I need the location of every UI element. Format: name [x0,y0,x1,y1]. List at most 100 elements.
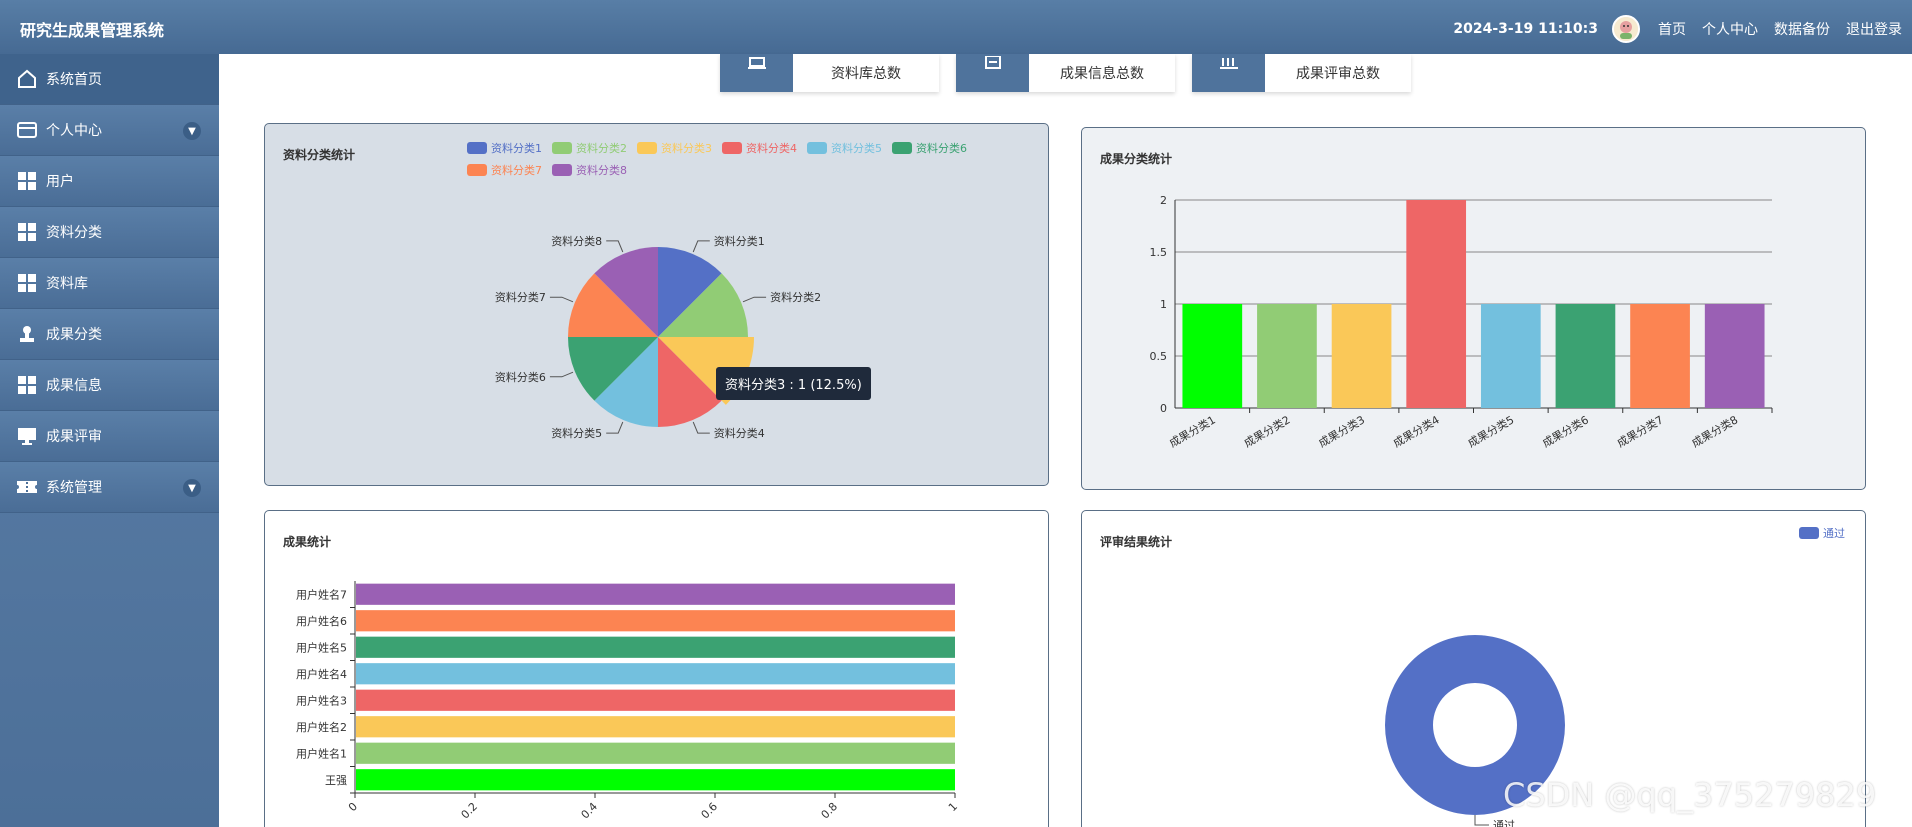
x-tick-label: 成果分类6 [1540,412,1591,450]
x-tick-label: 0.4 [579,800,601,822]
x-tick-label: 成果分类2 [1241,412,1292,450]
pie-label-line [606,421,624,434]
x-tick-label: 成果分类1 [1167,412,1218,450]
bar [356,610,955,632]
grid-icon [16,170,38,192]
sidebar-item-label: 资料分类 [46,225,102,241]
sidebar-item-label: 成果评审 [46,429,102,445]
app-title: 研究生成果管理系统 [20,21,165,40]
horizontal-bar-chart: 王强 用户姓名1 用户姓名2 用户姓名3 用户姓名4 用户姓名5 用户姓名6 用户姓名7 0 0.… [296,581,960,822]
bar [356,583,955,605]
pie-label: 资料分类2 [770,290,821,304]
stat-card-review-total[interactable]: 成果评审总数 [1192,54,1411,92]
watermark: CSDN @qq_375279829 [1503,776,1877,814]
avatar[interactable] [1612,15,1640,43]
stat-card-material-total[interactable]: 资料库总数 [720,54,939,92]
bar [1630,304,1690,408]
y-tick-label: 用户姓名7 [296,587,347,601]
bar [356,689,955,711]
top-header: 研究生成果管理系统 2024-3-19 11:10:3 首页 个人中心 数据备份… [0,0,1912,54]
sidebar-item-users[interactable]: 用户 [0,156,219,207]
sidebar-item-system-management[interactable]: 系统管理 ▼ [0,462,219,513]
nav-logout-link[interactable]: 退出登录 [1846,19,1902,39]
bar [1331,304,1392,408]
pie-label: 资料分类6 [495,370,546,384]
x-tick-label: 成果分类7 [1614,412,1665,450]
pie-label: 资料分类7 [495,290,546,304]
sidebar: 系统首页 个人中心 ▼ 用户 资料分类 资料库 成果分类 成果信息 成果评审 系… [0,54,219,827]
bar [356,716,955,738]
header-right: 2024-3-19 11:10:3 首页 个人中心 数据备份 退出登录 [1453,15,1902,43]
sidebar-item-label: 资料库 [46,276,88,292]
sidebar-item-label: 成果信息 [46,378,102,394]
material-category-panel: 资料分类统计 资料分类1 资料分类2 资料分类3 资料分类4 资料分类5 资料分类6 资料分… [264,123,1049,486]
x-tick-label: 成果分类8 [1689,412,1740,450]
y-tick-label: 0.5 [1150,350,1168,363]
chevron-down-icon[interactable]: ▼ [183,479,201,497]
pie-label: 资料分类1 [714,234,765,248]
bar [1704,304,1765,408]
grid-icon [16,272,38,294]
pie-label-line [692,240,710,253]
y-tick-label: 用户姓名4 [296,667,347,681]
pie-label-line [692,421,710,434]
chevron-down-icon[interactable]: ▼ [183,122,201,140]
bar [1555,304,1616,408]
y-tick-label: 用户姓名5 [296,640,347,654]
y-tick-label: 用户姓名6 [296,614,347,628]
document-icon [956,54,1029,92]
sidebar-item-label: 成果分类 [46,327,102,343]
nav-backup-link[interactable]: 数据备份 [1774,19,1830,39]
y-tick-label: 2 [1160,194,1167,207]
pie-label: 资料分类5 [551,426,602,440]
pie-label-line [742,296,767,303]
y-tick-label: 1.5 [1150,246,1168,259]
bar [356,769,955,791]
bar [1480,304,1541,408]
x-tick-label: 0.8 [819,800,841,822]
pie-label-line [549,371,574,378]
y-tick-label: 1 [1160,298,1167,311]
sidebar-item-material-library[interactable]: 资料库 [0,258,219,309]
donut-label-line [1474,815,1489,826]
sidebar-item-label: 系统首页 [46,72,102,88]
monitor-icon [16,425,38,447]
sidebar-item-achievement-info[interactable]: 成果信息 [0,360,219,411]
y-tick-label: 王强 [325,774,347,787]
grid-icon [16,374,38,396]
sidebar-item-personal-center[interactable]: 个人中心 ▼ [0,105,219,156]
chart-icon [1192,54,1265,92]
sidebar-item-material-category[interactable]: 资料分类 [0,207,219,258]
sidebar-item-achievement-category[interactable]: 成果分类 [0,309,219,360]
card-icon [16,119,38,141]
sidebar-item-home[interactable]: 系统首页 [0,54,219,105]
bar [356,663,955,685]
home-icon [16,68,38,90]
bar [1182,304,1243,408]
achievement-category-panel: 成果分类统计 0 0.5 1 1.5 2 成果分类1 成果分类2 成果分类3 成果分类4 成果分类… [1081,127,1866,490]
sidebar-item-label: 用户 [46,174,74,190]
pie-label-line [549,296,574,303]
x-tick-label: 0 [346,800,360,814]
bar [1406,200,1467,408]
bar-chart: 0 0.5 1 1.5 2 成果分类1 成果分类2 成果分类3 成果分类4 成果分类5 成果分类6 成… [1150,194,1773,450]
pie-label: 资料分类8 [551,234,602,248]
nav-profile-link[interactable]: 个人中心 [1702,19,1758,39]
pie-chart: 资料分类1资料分类2资料分类3资料分类4资料分类5资料分类6资料分类7资料分类8 [495,234,827,440]
x-tick-label: 成果分类4 [1391,412,1442,450]
x-tick-label: 成果分类5 [1465,412,1516,450]
sidebar-item-label: 个人中心 [46,123,102,139]
sidebar-item-label: 系统管理 [46,480,102,496]
stat-card-achievement-total[interactable]: 成果信息总数 [956,54,1175,92]
database-icon [720,54,793,92]
bar [356,742,955,764]
stat-label: 成果信息总数 [1029,54,1175,92]
x-tick-label: 0.2 [459,800,481,822]
y-tick-label: 用户姓名2 [296,720,347,734]
x-tick-label: 成果分类3 [1316,412,1367,450]
ticket-icon [16,476,38,498]
sidebar-item-achievement-review[interactable]: 成果评审 [0,411,219,462]
bar [356,636,955,658]
nav-home-link[interactable]: 首页 [1658,19,1686,39]
stamp-icon [16,323,38,345]
